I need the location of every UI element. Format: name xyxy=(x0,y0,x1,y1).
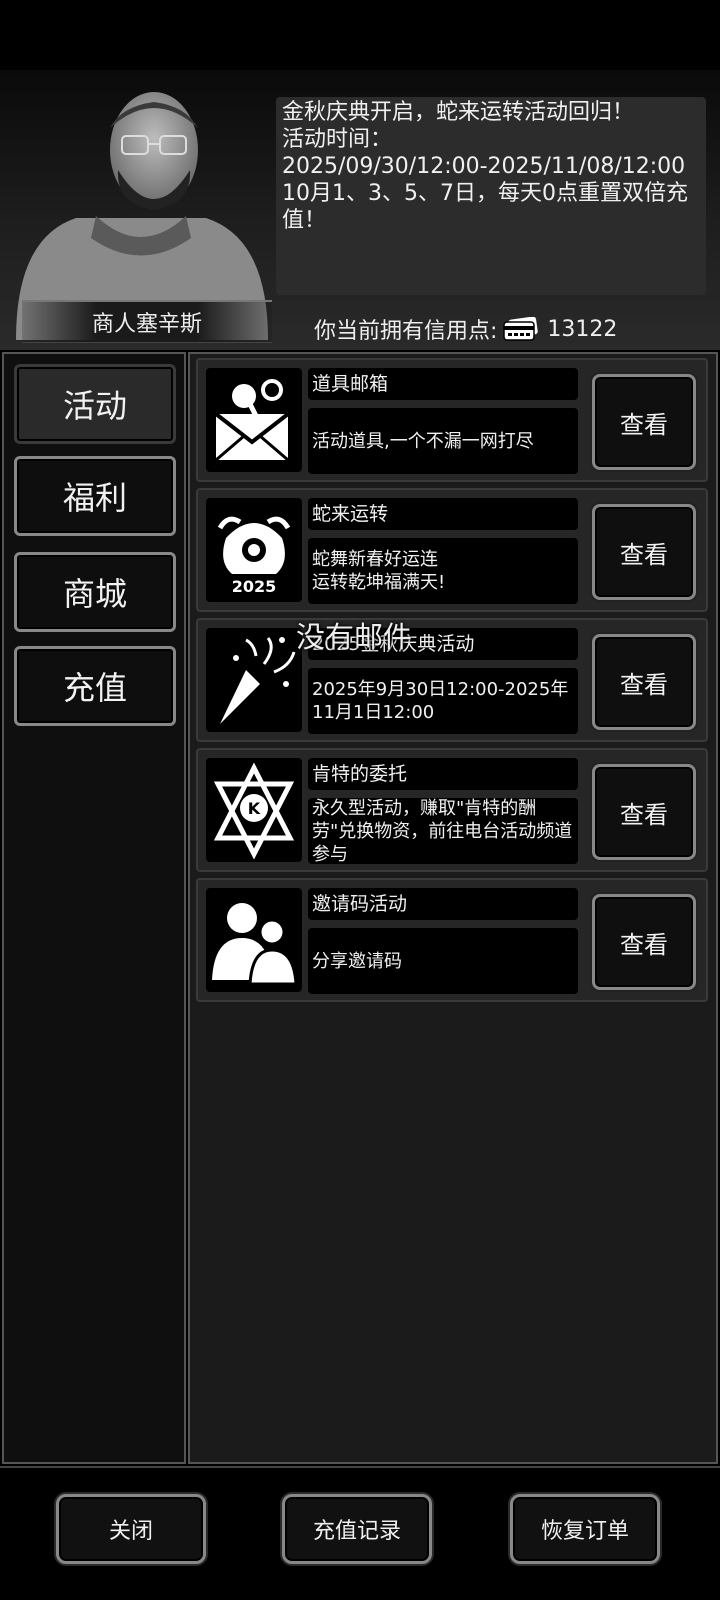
activity-title: 肯特的委托 xyxy=(308,758,578,790)
activity-desc: 分享邀请码 xyxy=(308,928,578,994)
party-popper-icon xyxy=(206,628,302,732)
credits-value: 13122 xyxy=(547,316,618,342)
activity-card-item-mailbox: 道具邮箱 活动道具,一个不漏一网打尽 查看 xyxy=(196,358,708,482)
footer-bar: 关闭 充值记录 恢复订单 xyxy=(0,1466,720,1600)
credits-label: 你当前拥有信用点: xyxy=(314,319,498,344)
close-button[interactable]: 关闭 xyxy=(56,1494,206,1564)
tab-mall[interactable]: 商城 xyxy=(14,552,176,632)
activity-desc: 活动道具,一个不漏一网打尽 xyxy=(308,408,578,474)
credits-display: 你当前拥有信用点: 13122 xyxy=(314,312,617,346)
announcement-line: 金秋庆典开启，蛇来运转活动回归！ xyxy=(282,100,635,125)
announcement-line: 活动时间： xyxy=(282,127,393,152)
tab-welfare[interactable]: 福利 xyxy=(14,456,176,536)
announcement-line: 10月1、3、5、7日，每天0点重置双倍充值！ xyxy=(282,181,688,233)
activity-desc: 2025年9月30日12:00-2025年11月1日12:00 xyxy=(308,668,578,734)
view-button[interactable]: 查看 xyxy=(592,634,696,730)
users-icon xyxy=(206,888,302,992)
activity-title: 邀请码活动 xyxy=(308,888,578,920)
restore-order-button[interactable]: 恢复订单 xyxy=(510,1494,660,1564)
kent-emblem-icon: K xyxy=(206,758,302,862)
activity-desc: 永久型活动，赚取"肯特的酬劳"兑换物资，前往电台活动频道参与 xyxy=(308,798,578,865)
activity-card-item-invite: 邀请码活动 分享邀请码 查看 xyxy=(196,878,708,1002)
snake-2025-icon-text: 2025 xyxy=(232,577,277,596)
header: 商人塞辛斯 金秋庆典开启，蛇来运转活动回归！ 活动时间： 2025/09/30/… xyxy=(0,0,720,350)
activity-desc: 蛇舞新春好运连 运转乾坤福满天! xyxy=(308,538,578,604)
tab-recharge[interactable]: 充值 xyxy=(14,646,176,726)
activity-card-item-kent: K 肯特的委托 永久型活动，赚取"肯特的酬劳"兑换物资，前往电台活动频道参与 查… xyxy=(196,748,708,872)
activity-card-item-autumn: 2025金秋庆典活动 2025年9月30日12:00-2025年11月1日12:… xyxy=(196,618,708,742)
view-button[interactable]: 查看 xyxy=(592,764,696,860)
toast-message: 没有邮件 xyxy=(296,620,413,654)
activity-title: 道具邮箱 xyxy=(308,368,578,400)
view-button[interactable]: 查看 xyxy=(592,894,696,990)
kent-emblem-icon-text: K xyxy=(248,799,261,818)
recharge-history-button[interactable]: 充值记录 xyxy=(282,1494,432,1564)
activity-card-item-snake: 2025 蛇来运转 蛇舞新春好运连 运转乾坤福满天! 查看 xyxy=(196,488,708,612)
category-sidebar: 活动 福利 商城 充值 xyxy=(2,352,186,1464)
credit-card-icon xyxy=(503,317,539,341)
view-button[interactable]: 查看 xyxy=(592,504,696,600)
snake-2025-icon: 2025 xyxy=(206,498,302,602)
tab-activities[interactable]: 活动 xyxy=(14,364,176,444)
announcement-box: 金秋庆典开启，蛇来运转活动回归！ 活动时间： 2025/09/30/12:00-… xyxy=(276,97,706,295)
announcement-line: 2025/09/30/12:00-2025/11/08/12:00 xyxy=(282,154,686,179)
activity-title: 蛇来运转 xyxy=(308,498,578,530)
npc-nameplate: 商人塞辛斯 xyxy=(22,300,272,343)
activity-list: 道具邮箱 活动道具,一个不漏一网打尽 查看 2025 蛇来运转 蛇舞新春好运连 … xyxy=(188,352,718,1464)
view-button[interactable]: 查看 xyxy=(592,374,696,470)
mail-pin-icon xyxy=(206,368,302,472)
